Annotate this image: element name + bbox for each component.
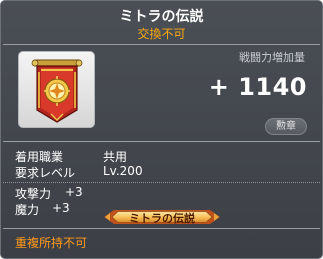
footer-note: 重複所持不可 [15, 236, 88, 250]
combat-power-label: 戦闘力増加量 [239, 51, 305, 64]
requirement-label: 着用職業 [15, 150, 64, 164]
stat-row-magic: 魔力 +3 [15, 201, 70, 218]
info-divider [3, 141, 320, 142]
footer-divider [3, 228, 320, 229]
stat-label: 攻撃力 [15, 187, 52, 201]
requirement-label: 要求レベル [15, 166, 76, 180]
requirement-row-job: 着用職業 共用 [15, 148, 127, 165]
header-divider [3, 44, 320, 45]
stats-divider [3, 182, 320, 183]
item-name: ミトラの伝説 [119, 9, 204, 25]
combat-power-value: + 1140 [208, 73, 307, 101]
category-badge: 勲章 [265, 118, 307, 135]
mitra-banner-medal-icon [31, 59, 83, 123]
stat-value: +3 [65, 185, 83, 199]
stat-row-attack: 攻撃力 +3 [15, 185, 83, 202]
item-tooltip: ミトラの伝説 交換不可 戦闘力増加量 + 1140 勲章 着用職業 共用 要求レ… [0, 0, 323, 259]
item-icon-frame [18, 51, 95, 128]
medal-title-plate: ミトラの伝説 [104, 209, 220, 225]
medal-title-text: ミトラの伝説 [129, 212, 195, 225]
requirement-row-level: 要求レベル Lv.200 [15, 164, 143, 181]
stat-label: 魔力 [15, 203, 40, 217]
stat-value: +3 [52, 201, 70, 215]
requirement-value: 共用 [103, 150, 128, 164]
requirement-value: Lv.200 [103, 164, 143, 178]
trade-status: 交換不可 [137, 27, 186, 41]
